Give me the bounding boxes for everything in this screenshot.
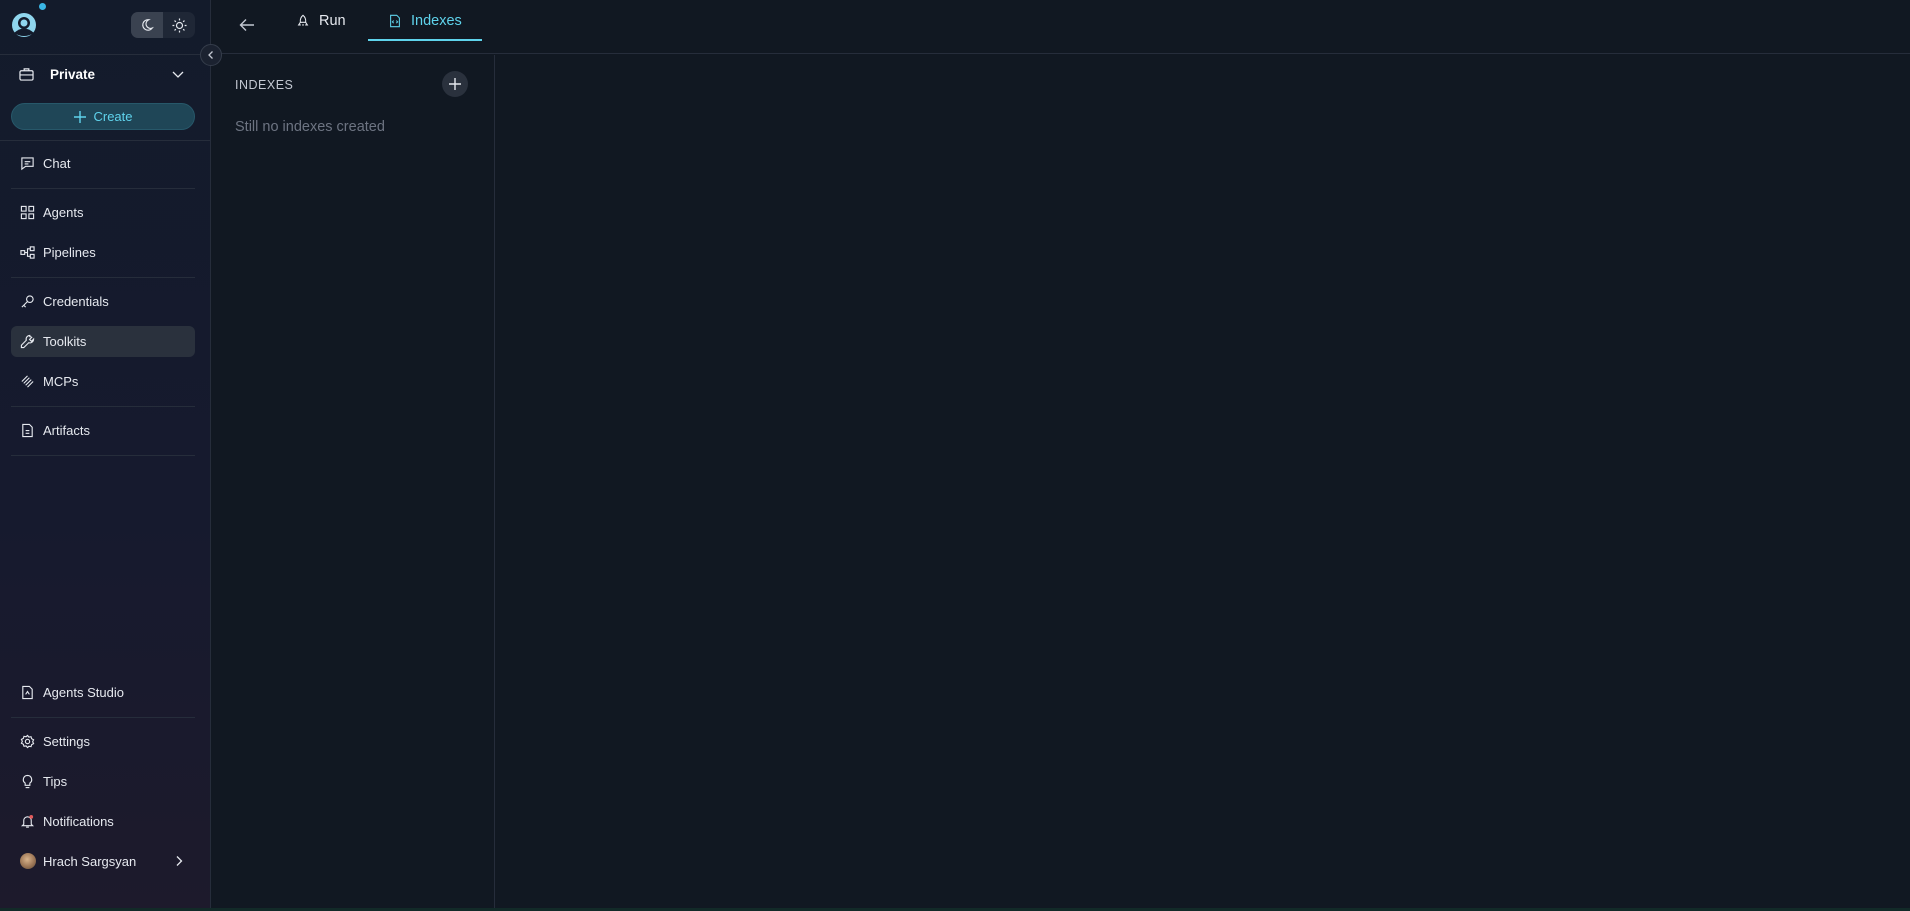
indexes-title: INDEXES [235,78,294,92]
sidebar-item-credentials[interactable]: Credentials [11,286,195,317]
top-bar: Run Indexes [212,0,1910,54]
divider [11,717,195,718]
sidebar-item-notifications[interactable]: Notifications [11,806,195,837]
avatar [20,853,36,869]
status-dot [39,3,46,10]
sidebar-item-label: Toolkits [43,334,87,349]
indexes-panel: INDEXES Still no indexes created [212,55,495,911]
mcp-icon [21,375,34,388]
sidebar-item-pipelines[interactable]: Pipelines [11,237,195,268]
light-mode-button[interactable] [163,12,195,38]
sidebar-item-agents[interactable]: Agents [11,197,195,228]
workspace-selector[interactable]: Private [11,60,195,88]
studio-icon [22,685,33,700]
sidebar-item-label: Tips [43,774,68,789]
divider [11,277,195,278]
divider [0,54,211,55]
briefcase-icon [19,68,34,81]
collapse-sidebar-button[interactable] [200,44,222,66]
divider [11,406,195,407]
sidebar-item-chat[interactable]: Chat [11,148,195,179]
sidebar-item-agents-studio[interactable]: Agents Studio [11,677,195,708]
plus-icon [449,78,461,90]
artifact-icon [22,423,33,438]
empty-state-message: Still no indexes created [235,119,385,135]
chevron-right-icon [176,856,183,866]
sidebar-item-label: Artifacts [43,423,90,438]
arrow-left-icon [239,19,254,31]
theme-switch [131,12,195,38]
tab-label: Indexes [411,12,462,29]
sidebar-item-tips[interactable]: Tips [11,766,195,797]
user-profile[interactable]: Hrach Sargsyan [11,846,195,877]
sidebar-item-label: Agents [43,205,84,220]
sidebar-item-label: Settings [43,734,90,749]
divider [0,140,211,141]
sidebar-item-settings[interactable]: Settings [11,726,195,757]
add-index-button[interactable] [442,71,468,97]
rocket-icon [297,14,309,25]
sidebar-item-label: MCPs [43,374,79,389]
create-button[interactable]: Create [11,103,195,130]
gear-icon [20,734,35,749]
sidebar-item-label: Notifications [43,814,114,829]
sidebar: Private Create Chat Agents Pipelines Cre… [0,0,211,911]
sidebar-item-mcps[interactable]: MCPs [11,366,195,397]
sidebar-item-label: Chat [43,156,71,171]
active-tab-indicator [368,39,482,41]
tab-run[interactable]: Run [296,0,346,41]
sidebar-item-label: Credentials [43,294,109,309]
plus-icon [74,110,87,123]
dark-mode-button[interactable] [131,12,163,38]
document-icon [390,14,400,27]
chat-icon [21,157,34,171]
back-button[interactable] [238,16,256,34]
sidebar-item-artifacts[interactable]: Artifacts [11,415,195,446]
user-name: Hrach Sargsyan [43,854,137,869]
divider [11,455,195,456]
pipeline-icon [20,246,35,259]
moon-icon [142,19,154,31]
grid-icon [20,205,35,220]
wrench-icon [20,334,35,349]
tab-indexes[interactable]: Indexes [368,0,482,41]
bell-icon [20,814,35,828]
app-logo-icon[interactable] [11,12,37,38]
sidebar-item-label: Agents Studio [43,685,124,700]
sun-icon [171,17,187,33]
chevron-left-icon [208,51,213,59]
tab-label: Run [319,12,346,29]
sidebar-item-toolkits[interactable]: Toolkits [11,326,195,357]
sidebar-item-label: Pipelines [43,245,96,260]
workspace-label: Private [50,66,96,82]
chevron-down-icon [172,71,184,78]
divider [11,188,195,189]
key-icon [21,295,34,308]
create-label: Create [93,109,133,124]
lightbulb-icon [22,774,33,789]
